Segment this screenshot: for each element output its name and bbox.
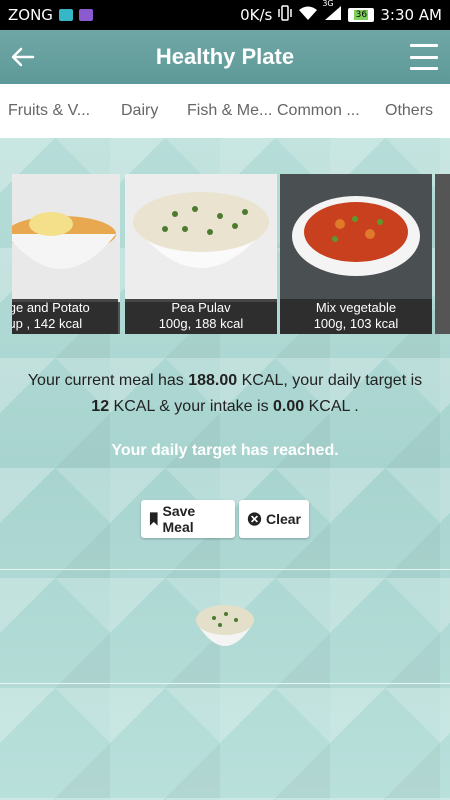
target-reached-message: Your daily target has reached. xyxy=(111,442,339,459)
food-card-partial[interactable] xyxy=(435,174,450,334)
food-card-mix-vegetable[interactable]: Mix vegetable 100g, 103 kcal xyxy=(280,174,432,334)
cabbage-potato-soup-image xyxy=(12,174,120,302)
wifi-icon xyxy=(298,5,318,25)
menu-button[interactable] xyxy=(410,44,438,70)
hamburger-icon xyxy=(410,44,438,47)
summary-suffix: KCAL . xyxy=(304,398,359,415)
food-detail: 100g, 103 kcal xyxy=(313,316,399,331)
tab-common[interactable]: Common ... xyxy=(277,84,360,138)
notification-icon xyxy=(58,9,73,21)
food-caption: Pea Pulav 100g, 188 kcal xyxy=(125,299,277,334)
food-card-pea-pulav[interactable]: Pea Pulav 100g, 188 kcal xyxy=(125,174,277,334)
app-bar: Healthy Plate xyxy=(0,30,450,84)
food-name: bage and Potato xyxy=(12,300,90,315)
network-type-label: 3G xyxy=(322,0,334,8)
category-tabs: Fruits & V... Dairy Fish & Me... Common … xyxy=(0,84,450,139)
mix-vegetable-image xyxy=(280,174,432,302)
tab-others[interactable]: Others xyxy=(385,84,433,138)
summary-middle: KCAL, your daily target is xyxy=(237,372,423,389)
tab-fish-meat[interactable]: Fish & Me... xyxy=(187,84,272,138)
meal-kcal-value: 188.00 xyxy=(188,372,238,389)
selected-meal-pea-pulav-image[interactable] xyxy=(194,600,256,658)
food-detail: 100g, 188 kcal xyxy=(158,316,244,331)
food-carousel[interactable]: bage and Potato cup , 142 kcal Pea Pulav… xyxy=(12,174,450,334)
back-arrow-icon xyxy=(11,47,35,67)
tab-fruits[interactable]: Fruits & V... xyxy=(8,84,90,138)
food-name: Pea Pulav xyxy=(171,300,231,315)
meal-summary: Your current meal has 188.00 KCAL, your … xyxy=(0,368,450,420)
back-button[interactable] xyxy=(8,42,38,72)
status-bar: ZONG 0K/s 3G 36 3:30 AM xyxy=(0,0,450,30)
network-speed: 0K/s xyxy=(240,6,273,24)
divider xyxy=(0,569,450,570)
food-caption: bage and Potato cup , 142 kcal xyxy=(12,299,118,334)
food-detail: cup , 142 kcal xyxy=(12,316,83,331)
tab-dairy[interactable]: Dairy xyxy=(121,84,158,138)
clear-button[interactable]: Clear xyxy=(239,500,309,538)
summary-middle2: KCAL & your intake is xyxy=(109,398,274,415)
close-circle-icon xyxy=(247,512,262,526)
vibrate-icon xyxy=(278,5,293,25)
battery-level: 36 xyxy=(354,10,369,20)
carrier-label: ZONG xyxy=(8,6,53,24)
gallery-notification-icon xyxy=(78,9,93,21)
intake-value: 0.00 xyxy=(273,398,305,415)
summary-prefix: Your current meal has xyxy=(27,372,189,389)
time-label: 3:30 AM xyxy=(380,6,442,24)
battery-icon: 36 xyxy=(348,8,375,22)
bookmark-icon xyxy=(149,512,158,526)
save-meal-label: Save Meal xyxy=(162,503,196,535)
food-name: Mix vegetable xyxy=(315,300,397,315)
divider xyxy=(0,683,450,684)
signal-icon: 3G xyxy=(322,0,342,25)
daily-target-value: 12 xyxy=(91,398,110,415)
food-card-cabbage-potato[interactable]: bage and Potato cup , 142 kcal xyxy=(12,174,120,334)
clear-label: Clear xyxy=(265,511,301,527)
page-title: Healthy Plate xyxy=(155,44,295,69)
pea-pulav-image xyxy=(125,174,277,302)
food-caption: Mix vegetable 100g, 103 kcal xyxy=(280,299,432,334)
save-meal-button[interactable]: Save Meal xyxy=(141,500,235,538)
